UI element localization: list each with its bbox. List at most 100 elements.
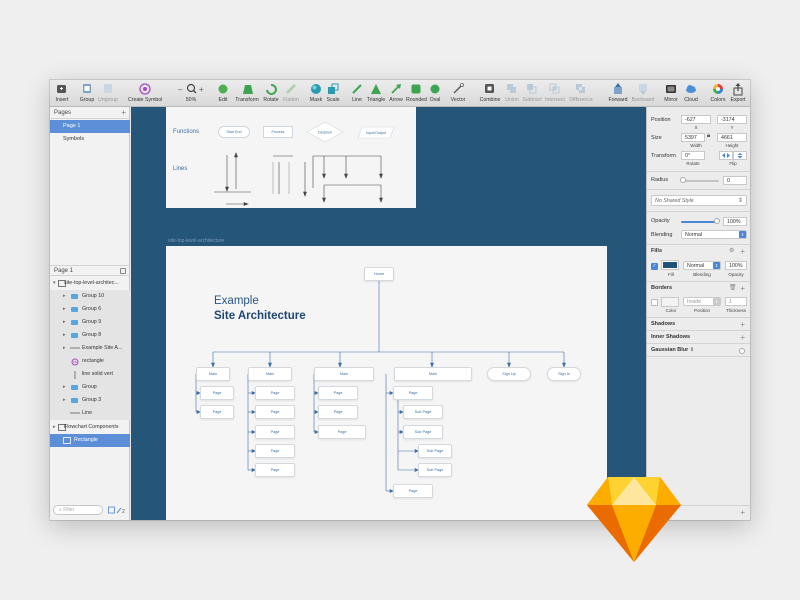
rounded-button[interactable]: Rounded	[406, 82, 427, 106]
artboard-flowchart-components[interactable]: Functions Lines Start End Process Decisi…	[166, 107, 416, 208]
artboard-name-label[interactable]: site-top-level-architecture	[168, 238, 224, 244]
node-subpage[interactable]: Sub Page	[418, 463, 452, 477]
gaussian-blur-header[interactable]: Gaussian Blur ⇕	[651, 347, 694, 353]
fill-blending-select[interactable]: Normal ⇕	[683, 261, 721, 270]
input-output-shape[interactable]: Input/Output	[357, 126, 395, 139]
group-button[interactable]: Group	[78, 82, 96, 106]
width-field[interactable]: 5397	[681, 133, 705, 142]
shared-style-select[interactable]: No Shared Style ⇕	[651, 195, 747, 206]
add-border-icon[interactable]: +	[740, 285, 745, 293]
cloud-button[interactable]: Cloud	[682, 82, 700, 106]
process-shape[interactable]: Process	[263, 126, 293, 138]
node-main-3[interactable]: Main	[314, 367, 374, 381]
forward-button[interactable]: Forward	[608, 82, 628, 106]
node-page[interactable]: Page	[200, 405, 234, 419]
node-subpage[interactable]: Sub Page	[403, 425, 443, 439]
fill-opacity-field[interactable]: 100%	[725, 261, 747, 270]
mask-button[interactable]: Mask	[309, 82, 323, 106]
flip-buttons[interactable]	[719, 151, 747, 160]
border-checkbox[interactable]	[651, 299, 658, 306]
page-item-page-1[interactable]: Page 1	[50, 120, 130, 133]
layer-rectangle-symbol[interactable]: rectangle	[50, 355, 130, 368]
union-button[interactable]: Union	[504, 82, 520, 106]
layer-options-icon[interactable]: 2	[108, 506, 126, 515]
node-main-1[interactable]: Main	[196, 367, 230, 381]
chevron-right-icon[interactable]: ▸	[63, 306, 66, 312]
chevron-right-icon[interactable]: ▸	[63, 384, 66, 390]
blending-select[interactable]: Normal ⇕	[681, 230, 747, 239]
page-item-symbols[interactable]: Symbols	[50, 133, 130, 146]
gear-icon[interactable]: ⚙	[729, 247, 734, 254]
layer-group-9[interactable]: ▸ Group 9	[50, 316, 130, 329]
layer-group-6[interactable]: ▸ Group 6	[50, 303, 130, 316]
export-button[interactable]: Export	[730, 82, 746, 106]
node-subpage[interactable]: Sub Page	[403, 405, 443, 419]
border-position-select[interactable]: Inside ⇕	[683, 297, 721, 306]
backward-button[interactable]: Backward	[631, 82, 655, 106]
combine-button[interactable]: Combine	[479, 82, 501, 106]
node-page[interactable]: Page	[318, 425, 366, 439]
node-page[interactable]: Page	[318, 405, 358, 419]
triangle-button[interactable]: Triangle	[366, 82, 386, 106]
node-page[interactable]: Page	[200, 386, 234, 400]
node-page[interactable]: Page	[255, 405, 295, 419]
chevron-right-icon[interactable]: ▸	[53, 424, 56, 430]
add-fill-icon[interactable]: +	[740, 248, 745, 256]
rotate-button[interactable]: Rotate	[262, 82, 280, 106]
intersect-button[interactable]: Intersect	[544, 82, 566, 106]
layer-group[interactable]: ▸ Group	[50, 381, 130, 394]
chevron-right-icon[interactable]: ▸	[63, 397, 66, 403]
radius-slider-knob[interactable]	[680, 177, 686, 183]
artboard-site-architecture[interactable]: Home Example Site Architecture Main Main…	[166, 246, 607, 520]
layer-example-text[interactable]: ▸ Example Site A...	[50, 342, 130, 355]
collapse-icon[interactable]	[120, 268, 126, 274]
add-page-icon[interactable]: +	[121, 108, 126, 117]
colors-button[interactable]: Colors	[710, 82, 726, 106]
edit-button[interactable]: Edit	[216, 82, 230, 106]
border-color-well[interactable]	[661, 297, 679, 307]
chevron-right-icon[interactable]: ▸	[63, 319, 66, 325]
node-page[interactable]: Page	[393, 386, 433, 400]
lock-icon[interactable]: 🔒︎	[707, 133, 710, 140]
position-y-field[interactable]: -3174	[717, 115, 747, 124]
decision-shape[interactable]: Decision	[306, 121, 344, 143]
rotate-field[interactable]: 0°	[681, 151, 705, 160]
node-home[interactable]: Home	[364, 267, 394, 281]
position-x-field[interactable]: -627	[681, 115, 711, 124]
arrow-button[interactable]: Arrow	[388, 82, 404, 106]
line-button[interactable]: Line	[350, 82, 364, 106]
layer-line-solid-vert[interactable]: line solid vert	[50, 368, 130, 381]
scale-button[interactable]: Scale	[325, 82, 341, 106]
node-page[interactable]: Page	[393, 484, 433, 498]
node-main-4[interactable]: Main	[394, 367, 472, 381]
height-field[interactable]: 4661	[717, 133, 747, 142]
mirror-button[interactable]: Mirror	[663, 82, 679, 106]
layer-group-3[interactable]: ▸ Group 3	[50, 394, 130, 407]
fill-color-well[interactable]	[661, 260, 679, 270]
trash-icon[interactable]: 🗑︎	[729, 284, 737, 291]
flatten-button[interactable]: Flatten	[282, 82, 300, 106]
layer-artboard-site[interactable]: ▾ site-top-level-architec...	[50, 277, 130, 290]
node-sign-in[interactable]: Sign In	[547, 367, 581, 381]
add-style-icon[interactable]: +	[740, 509, 745, 517]
node-page[interactable]: Page	[255, 425, 295, 439]
border-thickness-field[interactable]: 1	[725, 297, 747, 306]
canvas[interactable]: Functions Lines Start End Process Decisi…	[131, 107, 646, 520]
subtract-button[interactable]: Subtract	[522, 82, 542, 106]
chevron-down-icon[interactable]: ▾	[53, 280, 56, 286]
filter-input[interactable]: ⌕ Filter	[53, 505, 103, 515]
node-page[interactable]: Page	[255, 463, 295, 477]
layer-artboard-flowchart[interactable]: ▸ Flowchart Components	[50, 421, 130, 434]
oval-button[interactable]: Oval	[428, 82, 442, 106]
layer-rectangle[interactable]: Rectangle	[50, 434, 130, 447]
zoom-control[interactable]: – + 50%	[176, 82, 206, 106]
node-subpage[interactable]: Sub Page	[418, 444, 452, 458]
chevron-right-icon[interactable]: ▸	[63, 332, 66, 338]
vector-button[interactable]: Vector	[450, 82, 466, 106]
create-symbol-button[interactable]: Create Symbol	[128, 82, 162, 106]
layer-group-8[interactable]: ▸ Group 8	[50, 329, 130, 342]
node-page[interactable]: Page	[255, 444, 295, 458]
node-page[interactable]: Page	[318, 386, 358, 400]
opacity-field[interactable]: 100%	[723, 217, 747, 226]
layer-line[interactable]: Line	[50, 407, 130, 420]
